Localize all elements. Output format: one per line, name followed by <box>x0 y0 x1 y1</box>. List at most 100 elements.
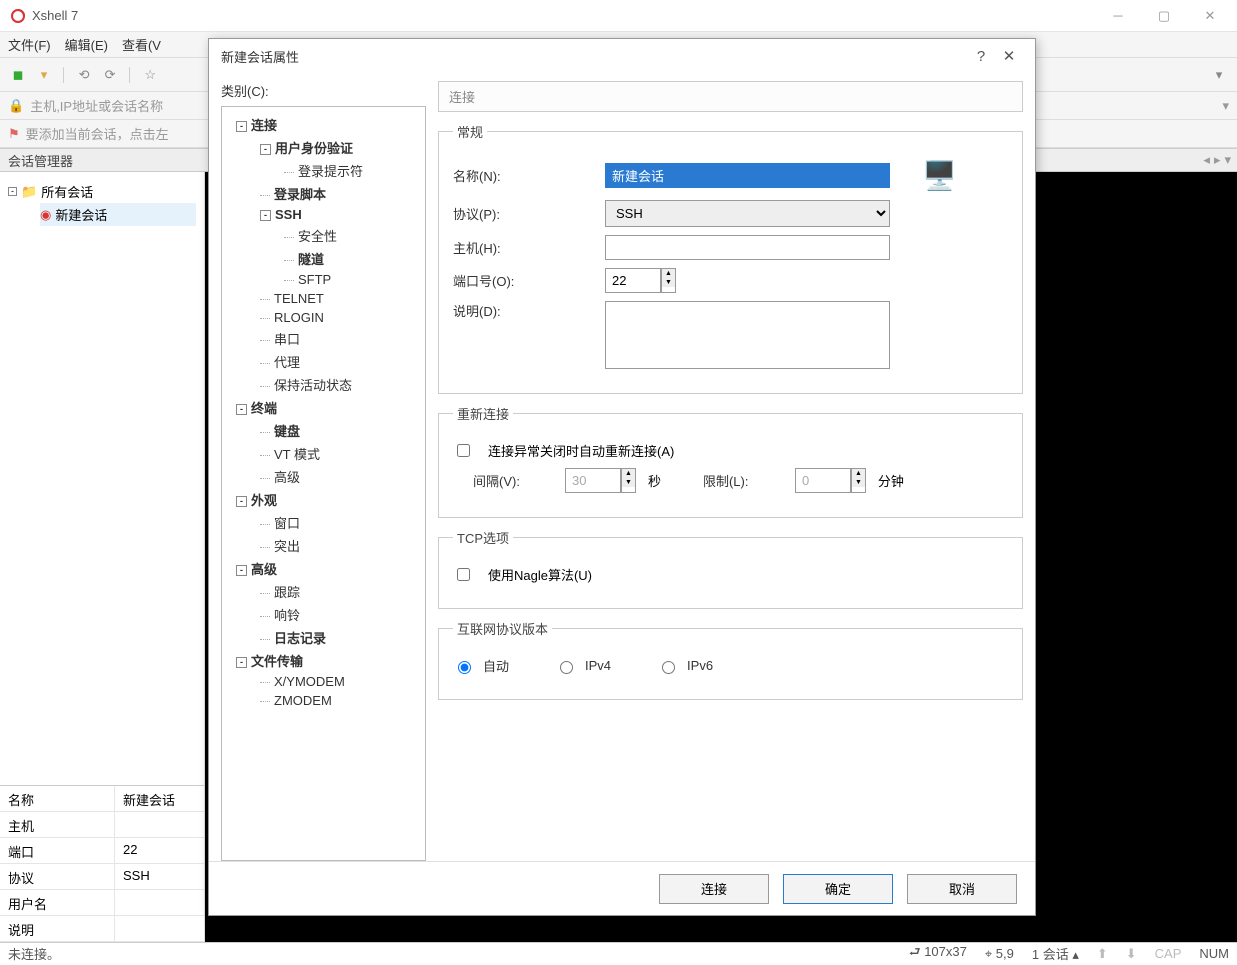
reconnect-checkbox[interactable] <box>457 444 470 457</box>
tcp-legend: TCP选项 <box>453 528 513 547</box>
dialog-titlebar: 新建会话属性 ? ✕ <box>209 39 1035 73</box>
category-node[interactable]: VT 模式 <box>254 442 421 465</box>
expand-icon[interactable]: - <box>236 496 247 507</box>
category-node[interactable]: 突出 <box>254 534 421 557</box>
status-down-icon[interactable]: ⬇ <box>1126 946 1137 962</box>
expand-icon[interactable]: - <box>236 404 247 415</box>
category-node[interactable]: 键盘 <box>254 419 421 442</box>
category-node[interactable]: -文件传输 <box>230 649 421 672</box>
link-icon[interactable]: ⟲ <box>74 65 94 85</box>
port-spinbox[interactable]: ▲▼ <box>605 268 676 293</box>
ip-v6-radio[interactable]: IPv6 <box>657 658 713 674</box>
breadcrumb: 连接 <box>438 81 1023 112</box>
category-node[interactable]: 窗口 <box>254 511 421 534</box>
category-node[interactable]: ZMODEM <box>254 691 421 710</box>
protocol-select[interactable]: SSH <box>605 200 890 227</box>
category-node[interactable]: 高级 <box>254 465 421 488</box>
category-node[interactable]: -高级 <box>230 557 421 580</box>
category-node[interactable]: -外观 <box>230 488 421 511</box>
status-sessions[interactable]: 1 会话 ▴ <box>1032 944 1079 963</box>
new-session-icon[interactable]: ◼ <box>8 65 28 85</box>
host-input[interactable] <box>605 235 890 260</box>
app-icon <box>10 8 26 24</box>
minimize-button[interactable]: ─ <box>1095 0 1141 32</box>
dialog-buttons: 连接 确定 取消 <box>209 861 1035 915</box>
limit-label: 限制(L): <box>703 471 783 490</box>
category-label: SSH <box>275 207 302 222</box>
star-icon[interactable]: ☆ <box>140 65 160 85</box>
ip-auto-radio[interactable]: 自动 <box>453 656 509 675</box>
category-node[interactable]: 串口 <box>254 327 421 350</box>
category-node[interactable]: 代理 <box>254 350 421 373</box>
category-label: 外观 <box>251 493 277 508</box>
prop-row: 主机 <box>0 812 204 838</box>
category-node[interactable]: 隧道 <box>278 247 421 270</box>
category-label: 登录脚本 <box>274 187 326 202</box>
expand-icon[interactable]: - <box>260 210 271 221</box>
address-menu-icon[interactable]: ▾ <box>1222 98 1229 114</box>
close-button[interactable]: ✕ <box>1187 0 1233 32</box>
menu-file[interactable]: 文件(F) <box>8 35 51 54</box>
expand-icon[interactable]: - <box>236 657 247 668</box>
ok-button[interactable]: 确定 <box>783 874 893 904</box>
tab-prev-icon[interactable]: ◂ <box>1203 152 1210 168</box>
category-label: 保持活动状态 <box>274 378 352 393</box>
status-cursor: ⌖ 5,9 <box>985 946 1014 962</box>
nagle-checkbox[interactable] <box>457 568 470 581</box>
category-label: 代理 <box>274 355 300 370</box>
port-label: 端口号(O): <box>453 271 593 290</box>
session-tree[interactable]: - 📁 所有会话 ◉ 新建会话 <box>0 172 204 785</box>
menu-edit[interactable]: 编辑(E) <box>65 35 108 54</box>
open-folder-icon[interactable]: ▾ <box>34 65 54 85</box>
dialog-help-button[interactable]: ? <box>967 48 995 65</box>
status-cap: CAP <box>1155 946 1182 961</box>
category-node[interactable]: -用户身份验证 <box>254 136 421 159</box>
category-node[interactable]: 登录脚本 <box>254 182 421 205</box>
link2-icon[interactable]: ⟳ <box>100 65 120 85</box>
expand-icon[interactable]: - <box>236 121 247 132</box>
port-down-icon[interactable]: ▼ <box>662 278 675 287</box>
expand-icon[interactable]: - <box>260 144 271 155</box>
category-node[interactable]: 保持活动状态 <box>254 373 421 396</box>
prop-value <box>115 916 204 941</box>
category-node[interactable]: 登录提示符 <box>278 159 421 182</box>
category-node[interactable]: 跟踪 <box>254 580 421 603</box>
category-label: 响铃 <box>274 608 300 623</box>
connect-button[interactable]: 连接 <box>659 874 769 904</box>
port-up-icon[interactable]: ▲ <box>662 269 675 278</box>
limit-input <box>795 468 851 493</box>
category-label: X/YMODEM <box>274 674 345 689</box>
tab-menu-icon[interactable]: ▾ <box>1224 152 1231 168</box>
category-node[interactable]: X/YMODEM <box>254 672 421 691</box>
session-tree-root[interactable]: - 📁 所有会话 <box>8 180 196 203</box>
menu-view[interactable]: 查看(V <box>122 35 161 54</box>
category-node[interactable]: -连接 <box>230 113 421 136</box>
category-node[interactable]: 响铃 <box>254 603 421 626</box>
maximize-button[interactable]: ▢ <box>1141 0 1187 32</box>
category-node[interactable]: 安全性 <box>278 224 421 247</box>
status-up-icon[interactable]: ⬆ <box>1097 946 1108 962</box>
port-input[interactable] <box>605 268 661 293</box>
category-node[interactable]: TELNET <box>254 289 421 308</box>
expand-icon[interactable]: - <box>236 565 247 576</box>
session-tree-item[interactable]: ◉ 新建会话 <box>40 203 196 226</box>
tip-text: 要添加当前会话，点击左 <box>26 124 169 143</box>
desc-textarea[interactable] <box>605 301 890 369</box>
category-node[interactable]: -终端 <box>230 396 421 419</box>
category-node[interactable]: 日志记录 <box>254 626 421 649</box>
category-node[interactable]: RLOGIN <box>254 308 421 327</box>
dialog-close-button[interactable]: ✕ <box>995 47 1023 65</box>
session-icon: ◉ <box>40 207 51 223</box>
category-node[interactable]: SFTP <box>278 270 421 289</box>
category-node[interactable]: -SSH <box>254 205 421 224</box>
category-label: 安全性 <box>298 229 337 244</box>
name-input[interactable] <box>605 163 890 188</box>
cancel-button[interactable]: 取消 <box>907 874 1017 904</box>
category-tree[interactable]: -连接-用户身份验证登录提示符登录脚本-SSH安全性隧道SFTPTELNETRL… <box>221 106 426 861</box>
tab-next-icon[interactable]: ▸ <box>1214 152 1221 168</box>
prop-key: 说明 <box>0 916 115 941</box>
toolbar-menu-icon[interactable]: ▾ <box>1209 65 1229 85</box>
expand-icon[interactable]: - <box>8 187 17 196</box>
interval-down-icon: ▼ <box>622 478 635 487</box>
ip-v4-radio[interactable]: IPv4 <box>555 658 611 674</box>
